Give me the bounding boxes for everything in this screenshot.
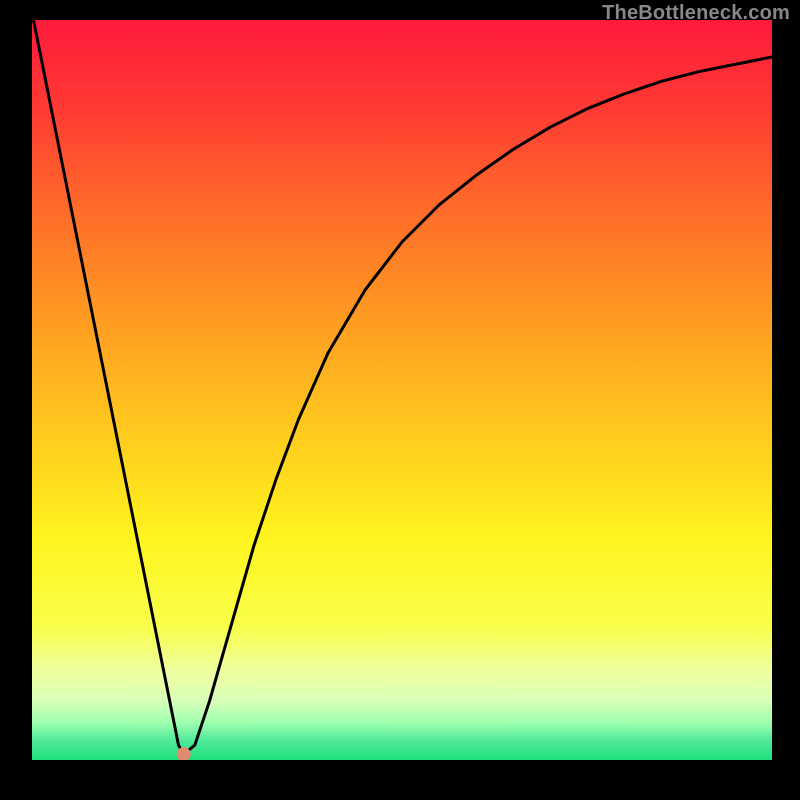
chart-svg	[32, 20, 772, 760]
chart-frame: TheBottleneck.com	[0, 0, 800, 800]
chart-background	[32, 20, 772, 760]
plot-area	[32, 20, 772, 760]
